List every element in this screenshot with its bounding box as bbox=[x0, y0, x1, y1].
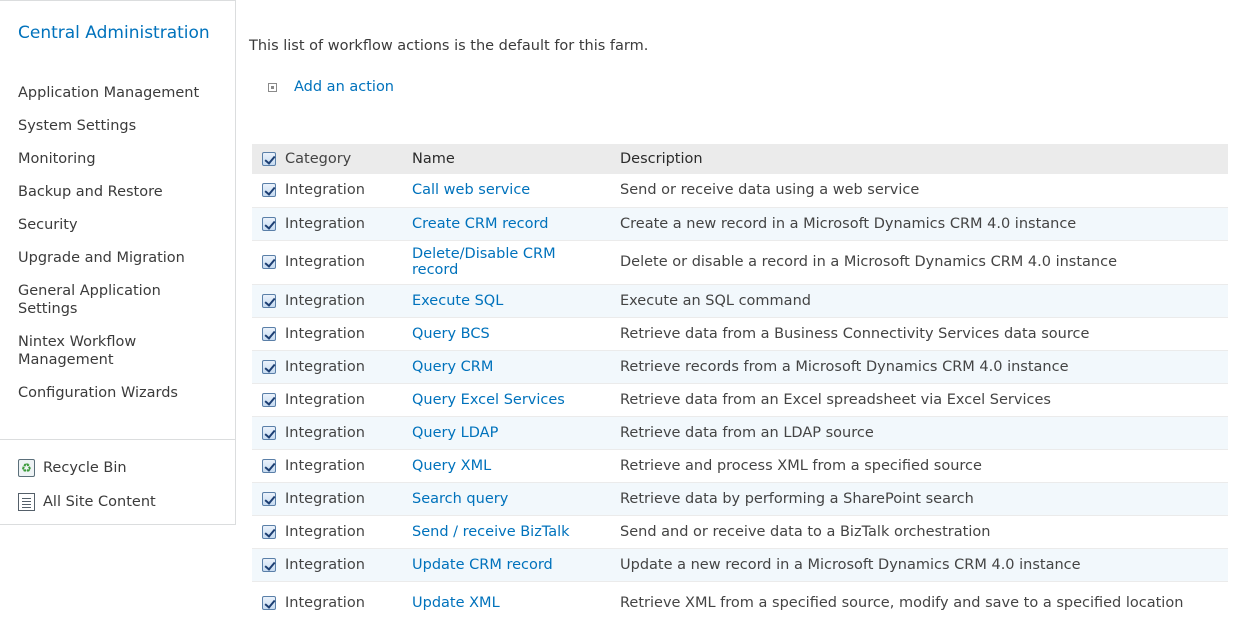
nav-item-application-management[interactable]: Application Management bbox=[18, 81, 232, 106]
column-header-name[interactable]: Name bbox=[412, 144, 620, 174]
cell-description: Retrieve data from an Excel spreadsheet … bbox=[620, 391, 1051, 408]
column-header-category[interactable]: Category bbox=[285, 144, 412, 174]
cell-category: Integration bbox=[285, 182, 365, 199]
nav-item-nintex-workflow-management[interactable]: Nintex Workflow Management bbox=[18, 330, 188, 373]
table-row: Integration Update XML Retrieve XML from… bbox=[252, 581, 1228, 621]
select-all-checkbox[interactable] bbox=[262, 152, 276, 166]
row-checkbox[interactable] bbox=[262, 183, 276, 198]
all-site-content-label: All Site Content bbox=[43, 494, 156, 510]
cell-name-link[interactable]: Execute SQL bbox=[412, 284, 620, 317]
table-row: Integration Update CRM record Update a n… bbox=[252, 548, 1228, 581]
nav-item-upgrade-and-migration[interactable]: Upgrade and Migration bbox=[18, 246, 232, 271]
cell-category: Integration bbox=[285, 292, 365, 309]
add-action-link[interactable]: Add an action bbox=[268, 79, 394, 95]
table-row: Integration Delete/Disable CRM record De… bbox=[252, 240, 1228, 284]
cell-category: Integration bbox=[285, 556, 365, 573]
cell-name-link[interactable]: Query LDAP bbox=[412, 416, 620, 449]
column-header-description[interactable]: Description bbox=[620, 144, 1228, 174]
add-icon bbox=[268, 82, 277, 92]
cell-name-link[interactable]: Create CRM record bbox=[412, 207, 620, 240]
cell-description: Delete or disable a record in a Microsof… bbox=[620, 254, 1117, 270]
main-content: This list of workflow actions is the def… bbox=[236, 0, 1239, 621]
cell-description: Retrieve records from a Microsoft Dynami… bbox=[620, 358, 1069, 375]
cell-name-link[interactable]: Call web service bbox=[412, 174, 620, 207]
workflow-actions-table: Category Name Description Integration Ca… bbox=[252, 144, 1228, 621]
sidebar-divider bbox=[0, 439, 236, 440]
table-row: Integration Create CRM record Create a n… bbox=[252, 207, 1228, 240]
cell-description: Update a new record in a Microsoft Dynam… bbox=[620, 556, 1081, 573]
cell-category: Integration bbox=[285, 490, 365, 507]
cell-category: Integration bbox=[285, 595, 365, 611]
row-checkbox[interactable] bbox=[262, 596, 276, 610]
cell-description: Execute an SQL command bbox=[620, 292, 811, 309]
document-icon bbox=[18, 493, 35, 511]
nav-item-configuration-wizards[interactable]: Configuration Wizards bbox=[18, 381, 232, 406]
row-checkbox[interactable] bbox=[262, 491, 276, 506]
row-checkbox[interactable] bbox=[262, 458, 276, 473]
table-row: Integration Search query Retrieve data b… bbox=[252, 482, 1228, 515]
cell-name-link[interactable]: Query CRM bbox=[412, 350, 620, 383]
row-checkbox[interactable] bbox=[262, 524, 276, 539]
cell-description: Retrieve data by performing a SharePoint… bbox=[620, 490, 974, 507]
nav-item-security[interactable]: Security bbox=[18, 213, 232, 238]
table-row: Integration Query Excel Services Retriev… bbox=[252, 383, 1228, 416]
cell-name-link[interactable]: Query Excel Services bbox=[412, 383, 620, 416]
sidebar: Central Administration Application Manag… bbox=[0, 0, 236, 525]
cell-name-link[interactable]: Update CRM record bbox=[412, 548, 620, 581]
cell-category: Integration bbox=[285, 523, 365, 540]
cell-name-link[interactable]: Query BCS bbox=[412, 317, 620, 350]
table-row: Integration Send / receive BizTalk Send … bbox=[252, 515, 1228, 548]
table-row: Integration Call web service Send or rec… bbox=[252, 174, 1228, 207]
site-title-link[interactable]: Central Administration bbox=[18, 23, 218, 44]
cell-category: Integration bbox=[285, 391, 365, 408]
cell-description: Retrieve data from a Business Connectivi… bbox=[620, 325, 1090, 342]
intro-text: This list of workflow actions is the def… bbox=[249, 38, 649, 54]
nav-item-system-settings[interactable]: System Settings bbox=[18, 114, 232, 139]
nav-item-general-application-settings[interactable]: General Application Settings bbox=[18, 279, 208, 322]
cell-description: Create a new record in a Microsoft Dynam… bbox=[620, 215, 1077, 232]
nav-item-monitoring[interactable]: Monitoring bbox=[18, 147, 232, 172]
table-header-row: Category Name Description bbox=[252, 144, 1228, 174]
cell-category: Integration bbox=[285, 325, 365, 342]
row-checkbox[interactable] bbox=[262, 392, 276, 407]
cell-name-link[interactable]: Delete/Disable CRM record bbox=[412, 240, 620, 284]
cell-category: Integration bbox=[285, 358, 365, 375]
cell-category: Integration bbox=[285, 254, 365, 270]
recycle-bin-icon bbox=[18, 459, 35, 477]
cell-description: Send or receive data using a web service bbox=[620, 182, 920, 199]
table-row: Integration Query BCS Retrieve data from… bbox=[252, 317, 1228, 350]
cell-category: Integration bbox=[285, 457, 365, 474]
cell-description: Retrieve data from an LDAP source bbox=[620, 424, 874, 441]
row-checkbox[interactable] bbox=[262, 293, 276, 308]
recycle-bin-label: Recycle Bin bbox=[43, 460, 127, 476]
table-row: Integration Query XML Retrieve and proce… bbox=[252, 449, 1228, 482]
table-row: Integration Execute SQL Execute an SQL c… bbox=[252, 284, 1228, 317]
all-site-content-link[interactable]: All Site Content bbox=[18, 493, 156, 511]
cell-category: Integration bbox=[285, 215, 365, 232]
cell-name-link[interactable]: Update XML bbox=[412, 581, 620, 621]
cell-name-link[interactable]: Query XML bbox=[412, 449, 620, 482]
row-checkbox[interactable] bbox=[262, 255, 276, 269]
nav-item-backup-and-restore[interactable]: Backup and Restore bbox=[18, 180, 232, 205]
add-action-label: Add an action bbox=[294, 79, 394, 95]
cell-name-link[interactable]: Search query bbox=[412, 482, 620, 515]
table-row: Integration Query CRM Retrieve records f… bbox=[252, 350, 1228, 383]
cell-description: Retrieve and process XML from a specifie… bbox=[620, 457, 982, 474]
recycle-bin-link[interactable]: Recycle Bin bbox=[18, 459, 127, 477]
row-checkbox[interactable] bbox=[262, 425, 276, 440]
cell-description: Retrieve XML from a specified source, mo… bbox=[620, 595, 1184, 611]
row-checkbox[interactable] bbox=[262, 326, 276, 341]
table-row: Integration Query LDAP Retrieve data fro… bbox=[252, 416, 1228, 449]
row-checkbox[interactable] bbox=[262, 557, 276, 572]
cell-category: Integration bbox=[285, 424, 365, 441]
row-checkbox[interactable] bbox=[262, 359, 276, 374]
cell-description: Send and or receive data to a BizTalk or… bbox=[620, 523, 991, 540]
row-checkbox[interactable] bbox=[262, 216, 276, 231]
cell-name-link[interactable]: Send / receive BizTalk bbox=[412, 515, 620, 548]
quick-launch-nav: Application Management System Settings M… bbox=[18, 81, 232, 414]
